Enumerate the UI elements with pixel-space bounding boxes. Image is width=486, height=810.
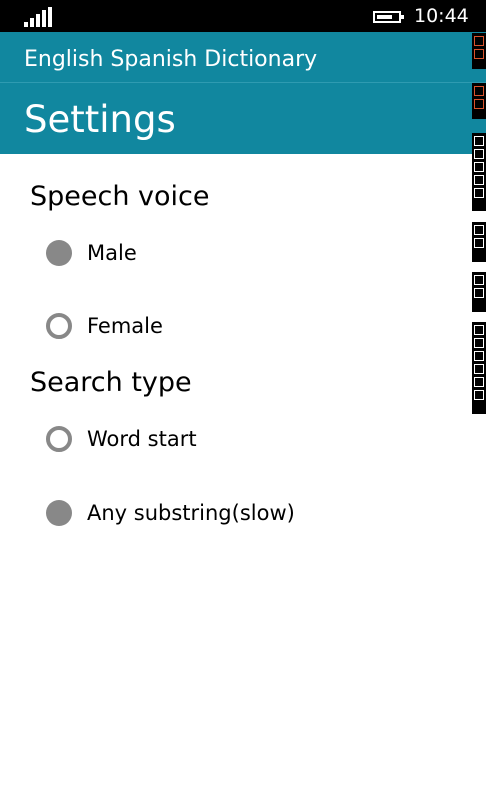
page-title: Settings — [24, 98, 176, 141]
edge-strip-6 — [472, 322, 486, 414]
edge-strip-5 — [472, 272, 486, 312]
radio-female[interactable]: Female — [44, 309, 424, 343]
signal-bars-icon — [24, 7, 54, 27]
speech-voice-heading: Speech voice — [30, 181, 210, 212]
radio-female-label[interactable]: Female — [87, 312, 163, 340]
radio-male[interactable]: Male — [44, 236, 424, 270]
header-divider — [0, 82, 486, 83]
status-time: 10:44 — [414, 5, 469, 27]
edge-strip-3 — [472, 133, 486, 211]
search-type-heading: Search type — [30, 367, 192, 398]
app-title: English Spanish Dictionary — [24, 47, 318, 72]
radio-any-substring-indicator[interactable] — [46, 500, 72, 526]
radio-any-substring-label[interactable]: Any substring(slow) — [87, 499, 295, 527]
radio-male-indicator[interactable] — [46, 240, 72, 266]
radio-any-substring[interactable]: Any substring(slow) — [44, 496, 424, 530]
status-bar: 10:44 — [0, 0, 486, 32]
radio-word-start-indicator[interactable] — [46, 426, 72, 452]
edge-strip-1 — [472, 33, 486, 69]
radio-male-label[interactable]: Male — [87, 239, 137, 267]
radio-word-start[interactable]: Word start — [44, 422, 424, 456]
edge-strip-2 — [472, 83, 486, 119]
edge-strip-4 — [472, 222, 486, 262]
battery-icon — [373, 11, 404, 23]
radio-word-start-label[interactable]: Word start — [87, 425, 197, 453]
radio-female-indicator[interactable] — [46, 313, 72, 339]
